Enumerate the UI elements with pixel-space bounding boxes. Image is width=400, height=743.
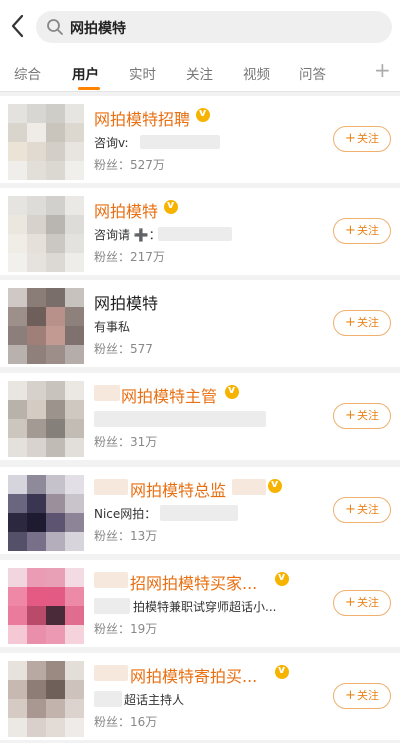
redacted-text [94, 479, 128, 495]
redacted-text [94, 665, 128, 681]
redacted-text [94, 411, 266, 427]
tab-video[interactable]: 视频 [243, 63, 270, 83]
user-name[interactable]: 网拍模特 [94, 290, 158, 314]
avatar[interactable] [8, 104, 84, 180]
back-arrow-icon[interactable] [8, 12, 28, 40]
user-row[interactable]: 网拍模特 有事私 粉丝：577 +关注 [0, 280, 400, 367]
follow-button[interactable]: +关注 [333, 310, 391, 336]
user-description: 咨询v: [94, 136, 129, 150]
search-icon [47, 19, 63, 35]
follow-button[interactable]: +关注 [333, 590, 391, 616]
fan-count: 粉丝：19万 [94, 622, 158, 636]
search-bar[interactable]: 网拍模特 [36, 11, 392, 43]
tab-following[interactable]: 关注 [186, 63, 213, 83]
follow-button[interactable]: +关注 [333, 403, 391, 429]
redacted-text [94, 572, 128, 588]
active-tab-indicator [78, 87, 100, 90]
user-row[interactable]: 网拍模特总监 Nice网拍： 粉丝：13万 +关注 [0, 467, 400, 554]
verified-badge-icon [275, 663, 289, 679]
tab-comprehensive[interactable]: 综合 [14, 63, 41, 83]
verified-badge-icon [225, 383, 239, 399]
avatar[interactable] [8, 661, 84, 737]
user-row[interactable]: 网拍模特寄拍买... 超话主持人 粉丝：16万 +关注 [0, 653, 400, 740]
avatar[interactable] [8, 381, 84, 457]
add-tab-icon[interactable]: + [374, 58, 391, 82]
user-description: 拍模特兼职试穿师超话小... [133, 600, 277, 614]
fan-count: 粉丝：217万 [94, 250, 165, 264]
fan-count: 粉丝：577 [94, 342, 153, 356]
search-header: 网拍模特 [0, 0, 400, 52]
user-name[interactable]: 网拍模特招聘 [94, 106, 190, 130]
fan-count: 粉丝：527万 [94, 158, 165, 172]
fan-count: 粉丝：16万 [94, 715, 158, 729]
follow-button[interactable]: +关注 [333, 126, 391, 152]
user-description: 咨询请 ➕： [94, 228, 161, 242]
tab-qa[interactable]: 问答 [299, 63, 326, 83]
tab-bar: 综合 用户 实时 关注 视频 问答 + [0, 52, 400, 92]
user-name[interactable]: 网拍模特寄拍买... [130, 663, 257, 687]
user-row[interactable]: 招网拍模特买家... 拍模特兼职试穿师超话小... 粉丝：19万 +关注 [0, 560, 400, 647]
redacted-text [160, 505, 238, 521]
redacted-text [232, 479, 266, 495]
tab-realtime[interactable]: 实时 [129, 63, 156, 83]
user-description: Nice网拍： [94, 507, 157, 521]
avatar[interactable] [8, 475, 84, 551]
verified-badge-icon [268, 477, 282, 493]
fan-count: 粉丝：31万 [94, 435, 158, 449]
user-row[interactable]: 网拍模特主管 粉丝：31万 +关注 [0, 373, 400, 460]
search-query[interactable]: 网拍模特 [70, 18, 126, 38]
user-name[interactable]: 招网拍模特买家... [130, 570, 257, 594]
tab-users[interactable]: 用户 [72, 63, 99, 83]
redacted-text [94, 598, 130, 614]
avatar[interactable] [8, 196, 84, 272]
redacted-text [158, 227, 232, 241]
user-name[interactable]: 网拍模特总监 [130, 477, 226, 501]
verified-badge-icon [164, 198, 178, 214]
follow-button[interactable]: +关注 [333, 683, 391, 709]
redacted-text [140, 135, 220, 149]
follow-button[interactable]: +关注 [333, 218, 391, 244]
user-row[interactable]: 网拍模特 咨询请 ➕： 粉丝：217万 +关注 [0, 188, 400, 275]
avatar[interactable] [8, 568, 84, 644]
verified-badge-icon [275, 570, 289, 586]
user-name[interactable]: 网拍模特 [94, 198, 158, 222]
follow-button[interactable]: +关注 [333, 497, 391, 523]
redacted-text [94, 385, 120, 401]
redacted-text [94, 691, 122, 707]
user-row[interactable]: 网拍模特招聘 咨询v: 粉丝：527万 +关注 [0, 96, 400, 183]
user-name[interactable]: 网拍模特主管 [121, 383, 217, 407]
fan-count: 粉丝：13万 [94, 529, 158, 543]
user-description: 有事私 [94, 320, 131, 334]
avatar[interactable] [8, 288, 84, 364]
user-description: 超话主持人 [124, 693, 185, 707]
verified-badge-icon [196, 106, 210, 122]
